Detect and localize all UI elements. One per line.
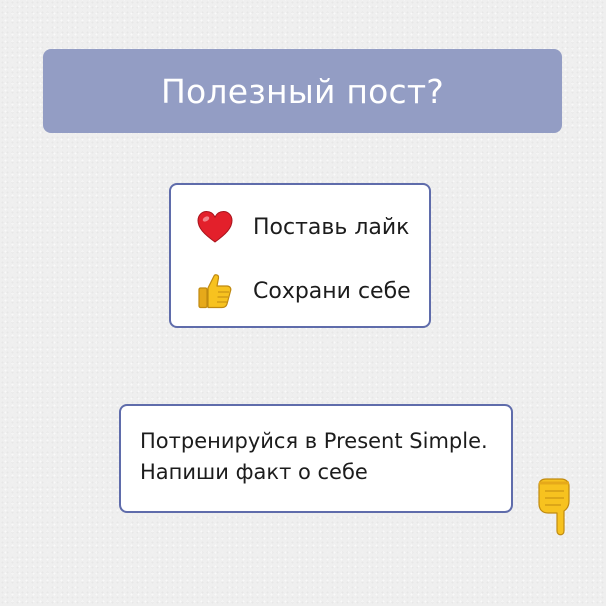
pointing-down-hand-icon [533, 477, 577, 539]
task-text-line-1: Потренируйся в Present Simple. [140, 429, 488, 453]
header-banner: Полезный пост? [43, 49, 562, 133]
action-like-label: Поставь лайк [253, 214, 410, 240]
thumbs-up-icon [195, 271, 235, 311]
action-like: Поставь лайк [195, 207, 409, 247]
task-text-line-2: Напиши факт о себе [140, 460, 368, 484]
heart-icon [195, 207, 235, 247]
action-save-label: Сохрани себе [253, 278, 411, 304]
action-save: Сохрани себе [195, 271, 411, 311]
page-title: Полезный пост? [161, 71, 444, 111]
task-card: Потренируйся в Present Simple. Напиши фа… [119, 404, 513, 513]
actions-card: Поставь лайк Сохрани себе [169, 183, 431, 328]
